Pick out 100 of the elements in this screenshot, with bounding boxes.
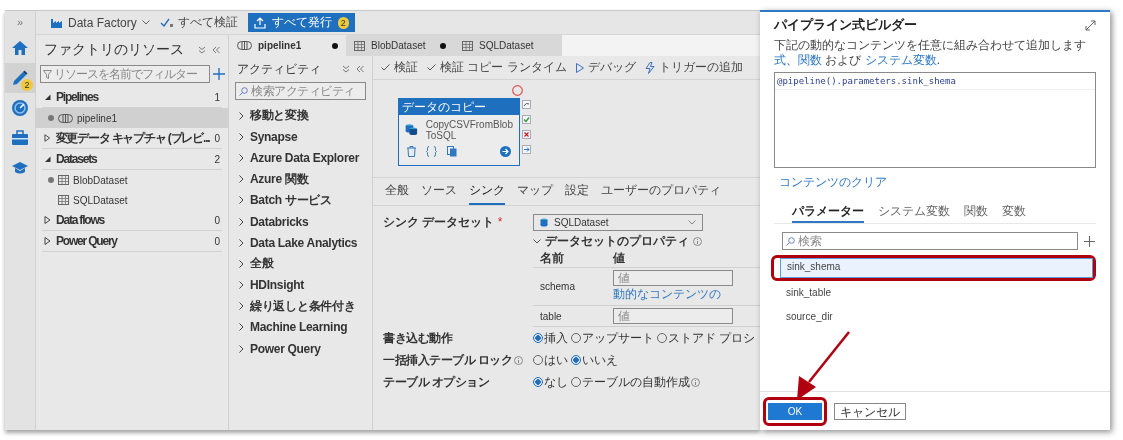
cancel-button[interactable]: キャンセル bbox=[834, 402, 906, 420]
activity-node[interactable]: データのコピー CopyCSVFromBlob ToSQL bbox=[398, 98, 520, 166]
toolbar-button[interactable]: 検証 bbox=[381, 59, 418, 76]
property-tab[interactable]: シンク bbox=[469, 178, 505, 205]
factory-selector[interactable]: Data Factory bbox=[51, 15, 150, 30]
circle-icon[interactable] bbox=[512, 85, 523, 96]
dynamic-content-link[interactable]: 動的なコンテンツの bbox=[613, 286, 760, 303]
clear-content-link[interactable]: コンテンツのクリア bbox=[779, 174, 887, 191]
activity-group[interactable]: 移動と変換 bbox=[229, 105, 372, 127]
property-tab[interactable]: 設定 bbox=[565, 178, 589, 205]
editor-tab[interactable]: pipeline1 bbox=[229, 35, 346, 56]
description-text: 下記の動的なコンテンツを任意に組み合わせて追加します 式、関数 および システム変数. bbox=[774, 38, 1087, 68]
check-icon bbox=[159, 17, 174, 28]
collapse-all-icon[interactable] bbox=[342, 65, 350, 73]
property-tab[interactable]: ユーザーのプロパティ bbox=[601, 178, 721, 205]
activity-group[interactable]: Databricks bbox=[229, 210, 372, 233]
completion-port-icon[interactable] bbox=[522, 145, 531, 154]
dataset-select[interactable]: SQLDataset bbox=[533, 214, 703, 231]
editor-tab[interactable]: BlobDataset bbox=[346, 35, 454, 56]
ok-button[interactable]: OK bbox=[768, 402, 822, 420]
copy-icon[interactable] bbox=[447, 146, 457, 157]
toolbox-icon bbox=[11, 130, 29, 146]
radio-button[interactable] bbox=[533, 333, 543, 343]
tree-section[interactable]: Datasets 2 bbox=[42, 149, 222, 170]
expression-editor[interactable]: @pipeline().parameters.sink_shema bbox=[774, 72, 1096, 168]
chevron-down-icon bbox=[141, 20, 150, 25]
tree-item[interactable]: BlobDataset bbox=[36, 170, 228, 190]
tree-section[interactable]: Power Query 0 bbox=[42, 231, 222, 252]
activity-group[interactable]: Machine Learning bbox=[229, 316, 372, 339]
validate-all-button[interactable]: すべて検証 bbox=[159, 14, 238, 31]
skip-port-icon[interactable] bbox=[522, 100, 531, 109]
activity-group[interactable]: 繰り返しと条件付き bbox=[229, 295, 372, 317]
plus-icon[interactable] bbox=[1084, 235, 1095, 247]
node-header: データのコピー bbox=[399, 99, 519, 115]
radio-label[interactable]: テーブルの自動作成 bbox=[582, 373, 690, 391]
toolbar-button[interactable]: デバッグ bbox=[575, 59, 636, 76]
failure-port-icon[interactable] bbox=[522, 130, 531, 139]
collapse-panel-icon[interactable] bbox=[212, 46, 220, 54]
publish-all-button[interactable]: すべて発行 2 bbox=[247, 13, 355, 32]
dialog-tab[interactable]: システム変数 bbox=[878, 203, 950, 223]
database-icon bbox=[540, 218, 548, 227]
expand-icon[interactable] bbox=[1085, 19, 1096, 31]
expand-toggle[interactable]: » bbox=[16, 11, 24, 33]
activity-group[interactable]: Synapse bbox=[229, 126, 372, 148]
tree-item[interactable]: pipeline1 bbox=[36, 108, 228, 128]
braces-icon[interactable] bbox=[426, 146, 437, 157]
radio-label[interactable]: ストアド プロシ bbox=[668, 329, 756, 347]
parameter-item[interactable]: sink_shema bbox=[780, 258, 1093, 278]
filter-field[interactable]: リソースを名前でフィルター bbox=[40, 65, 210, 83]
nav-item[interactable]: 2 bbox=[5, 63, 35, 93]
help-link[interactable]: 関数 bbox=[798, 53, 822, 67]
chevron-right-icon bbox=[239, 111, 244, 120]
toolbar-button[interactable]: トリガーの追加 bbox=[644, 59, 743, 76]
help-link[interactable]: 式 bbox=[774, 53, 786, 67]
tree-section[interactable]: 変更データ キャプチャ (プレビ... 0 bbox=[42, 128, 222, 149]
plus-icon[interactable] bbox=[213, 68, 225, 80]
parameter-item[interactable]: source_dir bbox=[780, 308, 1093, 326]
search-field[interactable]: 検索アクティビティ bbox=[235, 82, 366, 100]
collapse-panel-icon[interactable] bbox=[356, 65, 364, 73]
activity-group[interactable]: Azure 関数 bbox=[229, 168, 372, 190]
success-port-icon[interactable] bbox=[522, 115, 531, 124]
activity-group[interactable]: Batch サービス bbox=[229, 189, 372, 211]
dialog-tab[interactable]: 関数 bbox=[964, 203, 988, 223]
search-field[interactable]: 検索 bbox=[782, 232, 1078, 250]
activity-group[interactable]: Azure Data Explorer bbox=[229, 147, 372, 169]
tree-section[interactable]: Data flows 0 bbox=[42, 210, 222, 231]
trash-icon[interactable] bbox=[407, 146, 416, 157]
toolbar-button[interactable]: 検証 コピー ランタイム bbox=[427, 59, 567, 76]
activity-group[interactable]: Data Lake Analytics bbox=[229, 232, 372, 254]
arrow-circle-icon[interactable] bbox=[500, 146, 511, 157]
property-tab[interactable]: ソース bbox=[421, 178, 457, 205]
radio-label[interactable]: いいえ bbox=[582, 351, 618, 369]
activity-group[interactable]: 全般 bbox=[229, 253, 372, 275]
value-field[interactable]: 値 bbox=[613, 270, 733, 286]
chevron-right-icon bbox=[239, 344, 244, 353]
radio-label[interactable]: なし bbox=[544, 373, 568, 391]
table-cell-text: table bbox=[539, 310, 563, 322]
radio-button[interactable] bbox=[533, 377, 543, 387]
section-header[interactable]: データセットのプロパティ bbox=[533, 232, 760, 250]
table-icon bbox=[462, 40, 473, 51]
property-tab[interactable]: 全般 bbox=[385, 178, 409, 205]
dialog-tab[interactable]: パラメーター bbox=[792, 203, 864, 223]
property-tab[interactable]: マップ bbox=[517, 178, 553, 205]
chevron-right-icon bbox=[239, 132, 244, 141]
editor-tab[interactable]: SQLDataset bbox=[454, 35, 562, 56]
dialog-title: パイプライン式ビルダー bbox=[774, 16, 917, 34]
factory-icon bbox=[51, 17, 63, 28]
count-badge: 2 bbox=[337, 16, 349, 29]
radio-button[interactable] bbox=[571, 355, 581, 365]
value-field[interactable]: 値 bbox=[613, 308, 733, 324]
activity-group[interactable]: HDInsight bbox=[229, 274, 372, 296]
radio-label[interactable]: アップサート bbox=[582, 329, 654, 347]
radio-label[interactable]: 挿入 bbox=[544, 329, 568, 347]
help-link[interactable]: システム変数 bbox=[864, 53, 937, 67]
activity-group[interactable]: Power Query bbox=[229, 338, 372, 360]
radio-label[interactable]: はい bbox=[544, 351, 568, 369]
tree-item[interactable]: SQLDataset bbox=[36, 190, 228, 210]
dialog-tab[interactable]: 変数 bbox=[1002, 203, 1026, 223]
collapse-all-icon[interactable] bbox=[198, 46, 206, 54]
parameter-item[interactable]: sink_table bbox=[780, 284, 1093, 302]
